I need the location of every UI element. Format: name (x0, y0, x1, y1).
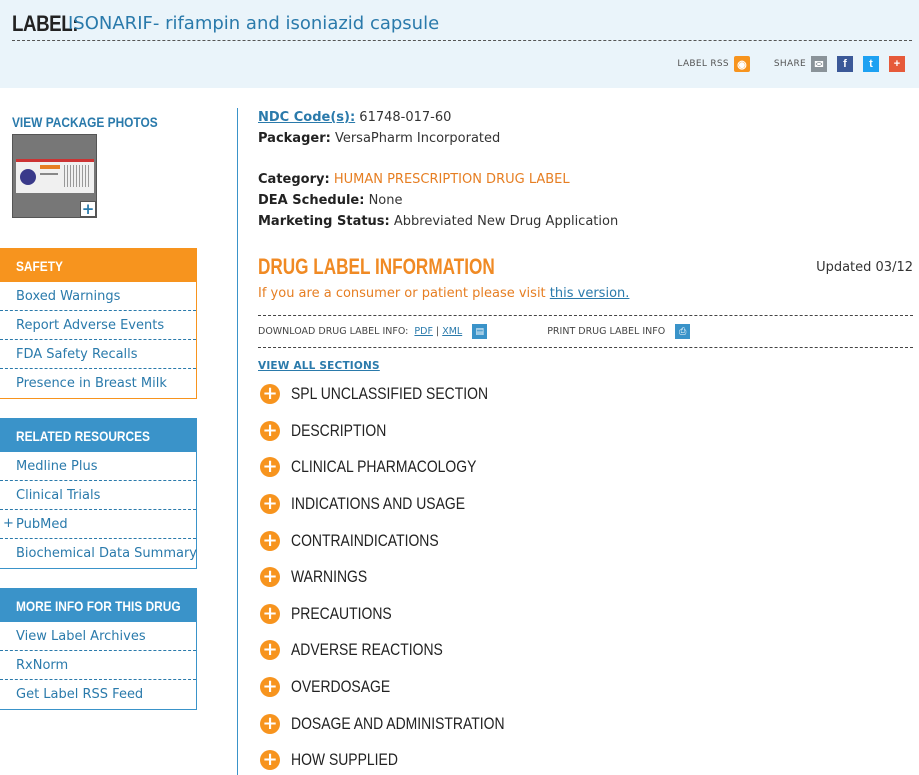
section-label[interactable]: OVERDOSAGE (291, 677, 390, 697)
safety-box: SAFETY Boxed Warnings Report Adverse Eve… (0, 248, 197, 399)
section-item[interactable]: + PRECAUTIONS (258, 596, 913, 633)
section-label[interactable]: DOSAGE AND ADMINISTRATION (291, 714, 505, 734)
rxnorm-link[interactable]: RxNorm (0, 651, 196, 680)
consumer-notice: If you are a consumer or patient please … (258, 286, 629, 301)
consumer-version-link[interactable]: this version. (550, 286, 630, 301)
print-label[interactable]: PRINT DRUG LABEL INFO (547, 326, 665, 337)
more-info-box: MORE INFO FOR THIS DRUG View Label Archi… (0, 588, 197, 710)
email-icon[interactable]: ✉ (811, 56, 827, 72)
expand-plus-icon[interactable]: + (260, 420, 280, 441)
section-label[interactable]: PRECAUTIONS (291, 604, 392, 624)
marketing-key: Marketing Status: (258, 214, 390, 229)
dea-value: None (368, 193, 403, 208)
ndc-codes-link[interactable]: NDC Code(s): (258, 110, 355, 125)
pubmed-item[interactable]: + PubMed (0, 510, 196, 539)
section-item[interactable]: + OVERDOSAGE (258, 669, 913, 706)
add-share-icon[interactable]: + (889, 56, 905, 72)
page-header: LABEL: ISONARIF- rifampin and isoniazid … (0, 0, 919, 88)
expand-plus-icon[interactable]: + (260, 494, 280, 515)
medline-plus-link[interactable]: Medline Plus (0, 452, 196, 481)
safety-header: SAFETY (0, 249, 196, 282)
section-item[interactable]: + SPL UNCLASSIFIED SECTION (258, 376, 913, 413)
section-label[interactable]: SPL UNCLASSIFIED SECTION (291, 384, 488, 404)
document-icon[interactable]: ▤ (472, 324, 488, 339)
section-label[interactable]: WARNINGS (291, 567, 367, 587)
pdf-link[interactable]: PDF (414, 326, 433, 337)
more-info-header: MORE INFO FOR THIS DRUG (0, 589, 196, 622)
label-rss-feed-link[interactable]: Get Label RSS Feed (0, 680, 196, 709)
updated-date: Updated 03/12 (816, 260, 913, 275)
section-item[interactable]: + ADVERSE REACTIONS (258, 632, 913, 669)
related-header: RELATED RESOURCES (0, 419, 196, 452)
report-adverse-events-link[interactable]: Report Adverse Events (0, 311, 196, 340)
section-label[interactable]: ADVERSE REACTIONS (291, 640, 443, 660)
twitter-icon[interactable]: t (863, 56, 879, 72)
ndc-line: NDC Code(s): 61748-017-60 (258, 110, 451, 125)
section-item[interactable]: + WARNINGS (258, 559, 913, 596)
facebook-icon[interactable]: f (837, 56, 853, 72)
marketing-line: Marketing Status: Abbreviated New Drug A… (258, 214, 618, 229)
category-key: Category: (258, 172, 330, 187)
pubmed-link[interactable]: PubMed (16, 517, 68, 532)
expand-plus-icon[interactable]: + (260, 603, 280, 624)
section-item[interactable]: + INDICATIONS AND USAGE (258, 486, 913, 523)
rss-icon[interactable]: ◉ (733, 56, 750, 72)
download-label: DOWNLOAD DRUG LABEL INFO: (258, 326, 409, 337)
expand-plus-icon[interactable]: + (260, 530, 280, 551)
view-label-archives-link[interactable]: View Label Archives (0, 622, 196, 651)
view-package-photos-link[interactable]: VIEW PACKAGE PHOTOS (12, 114, 158, 130)
section-item[interactable]: + DESCRIPTION (258, 413, 913, 450)
expand-plus-icon[interactable]: + (260, 567, 280, 588)
xml-link[interactable]: XML (442, 326, 462, 337)
section-item[interactable]: + HOW SUPPLIED (258, 742, 913, 775)
download-row: DOWNLOAD DRUG LABEL INFO: PDF | XML ▤ PR… (258, 315, 913, 348)
packager-value: VersaPharm Incorporated (334, 131, 501, 146)
page-title: ISONARIF- rifampin and isoniazid capsule (68, 13, 440, 34)
dea-line: DEA Schedule: None (258, 193, 403, 208)
section-label[interactable]: CONTRAINDICATIONS (291, 531, 439, 551)
category-line: Category: HUMAN PRESCRIPTION DRUG LABEL (258, 172, 570, 187)
expand-plus-icon[interactable]: + (260, 750, 280, 771)
share-text: SHARE (773, 59, 806, 69)
expand-plus-icon[interactable]: + (260, 713, 280, 734)
section-label[interactable]: HOW SUPPLIED (291, 750, 398, 770)
expand-plus-icon[interactable]: + (3, 516, 14, 531)
title-row: LABEL: ISONARIF- rifampin and isoniazid … (12, 9, 912, 41)
section-item[interactable]: + CONTRAINDICATIONS (258, 522, 913, 559)
biochemical-data-link[interactable]: Biochemical Data Summary (0, 539, 197, 568)
ndc-value: 61748-017-60 (359, 110, 452, 125)
expand-plus-icon[interactable]: + (260, 677, 280, 698)
expand-plus-icon[interactable]: + (260, 384, 280, 405)
view-all-sections-link[interactable]: VIEW ALL SECTIONS (258, 360, 380, 372)
share-toolbar: LABEL RSS ◉ SHARE ✉ f t + (677, 54, 905, 74)
consumer-text: If you are a consumer or patient please … (258, 286, 546, 301)
package-photo-thumbnail[interactable]: + (12, 134, 97, 218)
clinical-trials-link[interactable]: Clinical Trials (0, 481, 196, 510)
section-item[interactable]: + DOSAGE AND ADMINISTRATION (258, 705, 913, 742)
expand-plus-icon[interactable]: + (260, 457, 280, 478)
print-icon[interactable]: ⎙ (675, 324, 691, 339)
packager-key: Packager: (258, 131, 331, 146)
sections-list: + SPL UNCLASSIFIED SECTION + DESCRIPTION +… (258, 376, 913, 775)
breast-milk-link[interactable]: Presence in Breast Milk (0, 369, 196, 398)
label-rss-text[interactable]: LABEL RSS (677, 59, 729, 69)
expand-photo-icon[interactable]: + (80, 200, 96, 218)
section-label[interactable]: DESCRIPTION (291, 421, 386, 441)
section-item[interactable]: + CLINICAL PHARMACOLOGY (258, 449, 913, 486)
related-resources-box: RELATED RESOURCES Medline Plus Clinical … (0, 418, 197, 569)
category-value: HUMAN PRESCRIPTION DRUG LABEL (333, 172, 570, 187)
section-label[interactable]: CLINICAL PHARMACOLOGY (291, 457, 476, 477)
section-label[interactable]: INDICATIONS AND USAGE (291, 494, 465, 514)
fda-safety-recalls-link[interactable]: FDA Safety Recalls (0, 340, 196, 369)
dea-key: DEA Schedule: (258, 193, 365, 208)
boxed-warnings-link[interactable]: Boxed Warnings (0, 282, 196, 311)
marketing-value: Abbreviated New Drug Application (393, 214, 619, 229)
separator: | (435, 326, 440, 337)
packager-line: Packager: VersaPharm Incorporated (258, 131, 500, 146)
package-label-image (16, 159, 94, 193)
column-divider (237, 108, 238, 775)
expand-plus-icon[interactable]: + (260, 640, 280, 661)
drug-label-info-heading: DRUG LABEL INFORMATION (258, 254, 495, 279)
